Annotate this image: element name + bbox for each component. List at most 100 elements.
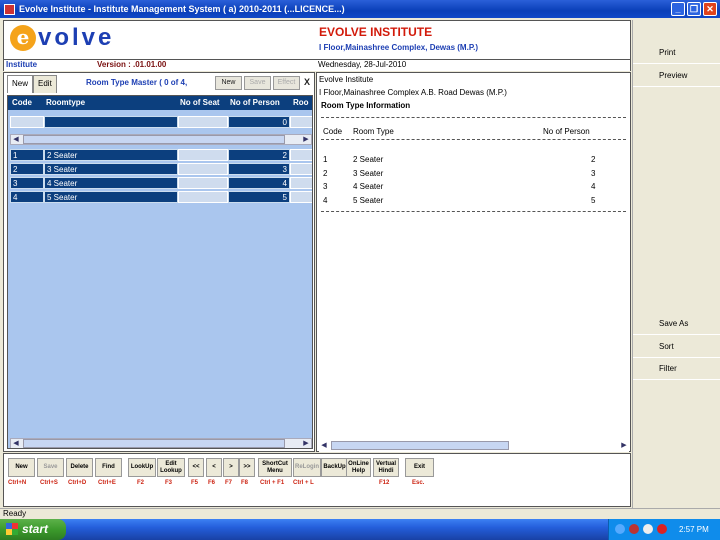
cell-person[interactable]: 2 bbox=[228, 149, 290, 161]
cell-roomtype[interactable]: 5 Seater bbox=[44, 191, 178, 203]
top-horizontal-scrollbar[interactable]: ◀ ▶ bbox=[10, 134, 312, 145]
preview-button[interactable]: Preview bbox=[633, 65, 720, 87]
cell-seat[interactable] bbox=[178, 191, 228, 203]
app-header: e volve EVOLVE INSTITUTE I Floor,Mainash… bbox=[3, 20, 631, 60]
report-cell-code: 3 bbox=[323, 182, 328, 191]
bottom-find-button[interactable]: Find bbox=[95, 458, 122, 477]
grid-header: Code Roomtype No of Seat No of Person Ro… bbox=[8, 96, 312, 110]
cell-roo[interactable] bbox=[290, 149, 312, 161]
status-bar: Ready bbox=[0, 508, 720, 519]
bottom-last-button[interactable]: >> bbox=[239, 458, 255, 477]
bottom-shortcut-menu-button[interactable]: ShortCut Menu bbox=[258, 458, 292, 477]
cell-seat[interactable] bbox=[178, 163, 228, 175]
filter-button[interactable]: Filter bbox=[633, 358, 720, 380]
minimize-button[interactable]: _ bbox=[671, 2, 685, 16]
scroll-thumb[interactable] bbox=[331, 441, 509, 450]
new-button[interactable]: New bbox=[215, 76, 242, 90]
sort-button[interactable]: Sort bbox=[633, 336, 720, 358]
network-icon[interactable] bbox=[615, 524, 625, 534]
col-roo[interactable]: Roo bbox=[293, 98, 309, 107]
cell-code[interactable]: 2 bbox=[10, 163, 44, 175]
institute-name: EVOLVE INSTITUTE bbox=[319, 25, 433, 39]
cell-seat[interactable] bbox=[178, 149, 228, 161]
cell-roomtype[interactable]: 3 Seater bbox=[44, 163, 178, 175]
report-cell-type: 3 Seater bbox=[353, 168, 384, 178]
shortcut-key-label: F5 bbox=[191, 480, 199, 486]
filter-roomtype-input[interactable] bbox=[44, 116, 178, 128]
bottom-online-help-button[interactable]: OnLine Help bbox=[346, 458, 371, 477]
filter-seat-input[interactable] bbox=[178, 116, 228, 128]
info-bar: Institute Version : .01.01.00 Wednesday,… bbox=[3, 60, 631, 71]
cell-code[interactable]: 4 bbox=[10, 191, 44, 203]
save-as-button[interactable]: Save As bbox=[633, 313, 720, 335]
save-button[interactable]: Save bbox=[244, 76, 271, 90]
cell-code[interactable]: 1 bbox=[10, 149, 44, 161]
shortcut-key-label: Ctrl+E bbox=[98, 480, 116, 486]
bottom-new-button[interactable]: New bbox=[8, 458, 35, 477]
bottom-next-button[interactable]: > bbox=[223, 458, 239, 477]
col-code[interactable]: Code bbox=[12, 98, 32, 107]
cell-roo[interactable] bbox=[290, 163, 312, 175]
report-cell-person: 5 bbox=[591, 195, 596, 205]
date-label: Wednesday, 28-Jul-2010 bbox=[318, 60, 407, 69]
cell-roomtype[interactable]: 4 Seater bbox=[44, 177, 178, 189]
security-icon[interactable] bbox=[643, 524, 653, 534]
start-button[interactable]: start bbox=[0, 519, 66, 540]
cell-person[interactable]: 4 bbox=[228, 177, 290, 189]
cell-person[interactable]: 5 bbox=[228, 191, 290, 203]
bottom-edit-lookup-button[interactable]: Edit Lookup bbox=[157, 458, 185, 477]
cell-seat[interactable] bbox=[178, 177, 228, 189]
close-button[interactable]: ✕ bbox=[703, 2, 717, 16]
scroll-right-icon[interactable]: ▶ bbox=[619, 441, 629, 450]
scroll-thumb[interactable] bbox=[23, 439, 285, 448]
filter-roo-input[interactable] bbox=[290, 116, 312, 128]
window-title: Evolve Institute - Institute Management … bbox=[19, 4, 345, 14]
tab-new[interactable]: New bbox=[7, 75, 34, 93]
cell-code[interactable]: 3 bbox=[10, 177, 44, 189]
scroll-left-icon[interactable]: ◀ bbox=[11, 439, 21, 448]
print-button[interactable]: Print bbox=[633, 42, 720, 64]
col-no-of-person[interactable]: No of Person bbox=[230, 98, 280, 107]
cell-roomtype[interactable]: 2 Seater bbox=[44, 149, 178, 161]
bottom-toolbar: New Save Delete Find LookUp Edit Lookup << < > >>… bbox=[3, 453, 631, 507]
restore-button[interactable]: ❐ bbox=[687, 2, 701, 16]
report-cell-code: 2 bbox=[323, 168, 328, 178]
clock[interactable]: 2:57 PM bbox=[679, 525, 709, 534]
antivirus-icon[interactable] bbox=[629, 524, 639, 534]
bottom-previous-button[interactable]: < bbox=[206, 458, 222, 477]
tab-edit[interactable]: Edit bbox=[33, 75, 57, 93]
report-cell-type: 5 Seater bbox=[353, 195, 384, 205]
bottom-exit-button[interactable]: Exit bbox=[405, 458, 434, 477]
close-form-button[interactable]: X bbox=[301, 76, 313, 90]
system-tray: 2:57 PM bbox=[608, 519, 720, 540]
bottom-first-button[interactable]: << bbox=[188, 458, 204, 477]
institute-address: I Floor,Mainashree Complex, Dewas (M.P.) bbox=[319, 43, 479, 52]
bottom-lookup-button[interactable]: LookUp bbox=[128, 458, 156, 477]
report-horizontal-scrollbar[interactable]: ◀ ▶ bbox=[319, 441, 629, 452]
scroll-left-icon[interactable]: ◀ bbox=[319, 441, 329, 450]
bottom-relogin-button[interactable]: ReLogin bbox=[293, 458, 321, 477]
alert-icon[interactable] bbox=[657, 524, 667, 534]
report-col-code: Code bbox=[323, 127, 343, 136]
shortcut-key-label: F2 bbox=[137, 480, 145, 486]
bottom-delete-button[interactable]: Delete bbox=[66, 458, 93, 477]
shortcut-key-label: Ctrl + L bbox=[293, 480, 314, 486]
cell-roo[interactable] bbox=[290, 177, 312, 189]
report-heading: Room Type Information bbox=[321, 101, 411, 110]
bottom-backup-button[interactable]: BackUp bbox=[321, 458, 348, 477]
scroll-left-icon[interactable]: ◀ bbox=[11, 135, 21, 144]
scroll-thumb[interactable] bbox=[23, 135, 285, 144]
scroll-right-icon[interactable]: ▶ bbox=[301, 135, 311, 144]
shortcut-key-label: Ctrl+S bbox=[40, 480, 58, 486]
bottom-vertual-hindi-button[interactable]: Vertual Hindi bbox=[373, 458, 399, 477]
scroll-right-icon[interactable]: ▶ bbox=[301, 439, 311, 448]
filter-person-input[interactable]: 0 bbox=[228, 116, 290, 128]
cell-roo[interactable] bbox=[290, 191, 312, 203]
effect-button[interactable]: Effect bbox=[273, 76, 300, 90]
cell-person[interactable]: 3 bbox=[228, 163, 290, 175]
bottom-save-button[interactable]: Save bbox=[37, 458, 64, 477]
col-no-of-seat[interactable]: No of Seat bbox=[180, 98, 220, 107]
bottom-horizontal-scrollbar[interactable]: ◀ ▶ bbox=[10, 438, 312, 448]
filter-code-input[interactable] bbox=[10, 116, 44, 128]
col-roomtype[interactable]: Roomtype bbox=[46, 98, 85, 107]
